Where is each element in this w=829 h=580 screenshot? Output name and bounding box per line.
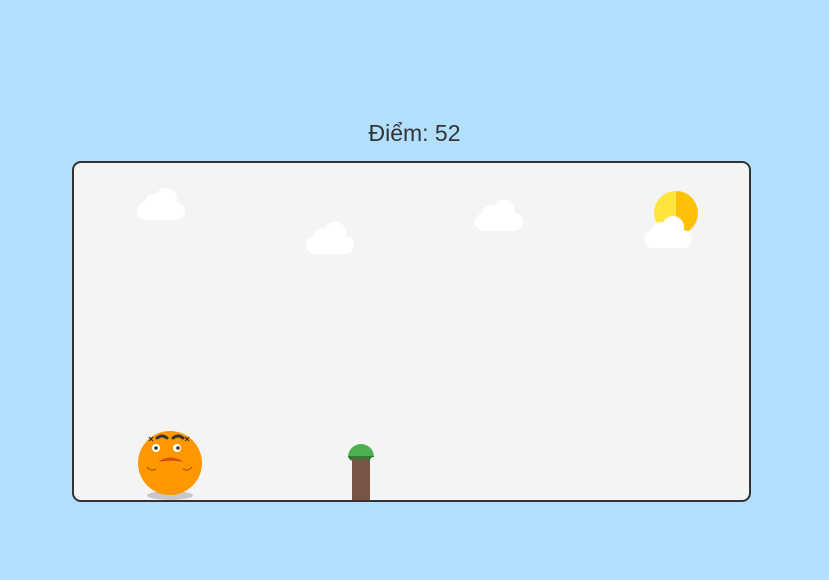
tree-stump-icon <box>347 443 375 500</box>
game-canvas[interactable] <box>72 161 751 502</box>
cloud-icon <box>475 199 525 231</box>
cloud-icon <box>644 216 694 248</box>
cloud-icon <box>137 188 187 220</box>
orange-ball-face-icon <box>138 431 202 495</box>
cloud-icon <box>306 222 356 254</box>
player-character <box>137 429 203 499</box>
score-display: Điểm: 52 <box>368 120 461 146</box>
